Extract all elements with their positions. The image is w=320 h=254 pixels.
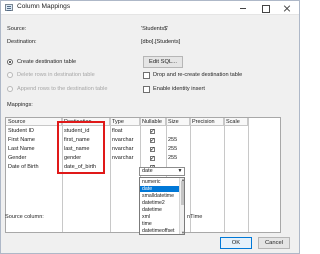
delete-rows-radio[interactable] — [7, 72, 13, 78]
type-option-xml[interactable]: xml — [140, 214, 181, 220]
chevron-down-icon[interactable]: ▼ — [177, 168, 183, 175]
header-source[interactable]: Source — [6, 118, 62, 126]
title-bar: Column Mappings — [1, 1, 299, 15]
delete-rows-label: Delete rows in destination table — [17, 72, 95, 78]
header-nullable[interactable]: Nullable — [140, 118, 166, 126]
maximize-icon[interactable] — [255, 1, 275, 15]
row-1-size[interactable] — [166, 127, 190, 135]
row-4-scale[interactable] — [224, 154, 248, 162]
create-destination-table-radio[interactable] — [7, 59, 13, 65]
source-column-value: nTime — [187, 214, 203, 220]
destination-label: Destination: — [7, 39, 37, 45]
mappings-label: Mappings: — [7, 102, 33, 108]
row-5-scale[interactable] — [224, 163, 248, 171]
row-2-nullable-checkbox[interactable] — [150, 137, 155, 144]
append-rows-label: Append rows to the destination table — [17, 86, 108, 92]
drop-recreate-checkbox[interactable] — [143, 72, 150, 79]
dialog-title: Column Mappings — [17, 3, 71, 10]
row-1-precision[interactable] — [190, 127, 224, 135]
type-option-numeric[interactable]: numeric — [140, 179, 181, 185]
row-3-precision[interactable] — [190, 145, 224, 153]
identity-insert-checkbox[interactable] — [143, 86, 150, 93]
type-dropdown-select[interactable]: date ▼ — [139, 167, 185, 176]
row-1-type[interactable]: float — [110, 127, 140, 135]
row-2-size[interactable]: 255 — [166, 136, 190, 144]
row-4-type[interactable]: nvarchar — [110, 154, 140, 162]
minimize-icon[interactable] — [233, 1, 253, 15]
row-2-source[interactable]: First Name — [6, 136, 62, 144]
drop-recreate-label: Drop and re-create destination table — [153, 72, 243, 78]
close-icon[interactable] — [277, 1, 297, 15]
row-4-nullable-checkbox[interactable] — [150, 155, 155, 162]
row-3-scale[interactable] — [224, 145, 248, 153]
column-divider-scale — [248, 118, 249, 232]
row-4-size[interactable]: 255 — [166, 154, 190, 162]
source-label: Source: — [7, 26, 27, 32]
identity-insert-label: Enable identity insert — [153, 86, 205, 92]
dialog-app-icon — [5, 4, 13, 11]
cancel-button[interactable]: Cancel — [258, 237, 290, 249]
row-1-source[interactable]: Student ID — [6, 127, 62, 135]
type-option-datetimeoffset[interactable]: datetimeoffset — [140, 228, 181, 234]
destination-highlight-box — [57, 121, 105, 174]
header-type[interactable]: Type — [110, 118, 140, 126]
source-value: 'Students$' — [141, 26, 169, 32]
type-option-smalldatetime[interactable]: smalldatetime — [140, 193, 181, 199]
type-option-time[interactable]: time — [140, 221, 181, 227]
ok-button[interactable]: OK — [220, 237, 252, 249]
header-size[interactable]: Size — [166, 118, 190, 126]
type-option-datetime2[interactable]: datetime2 — [140, 200, 181, 206]
destination-value: [dbo].[Students] — [141, 39, 181, 45]
row-1-nullable-checkbox[interactable] — [150, 128, 155, 135]
scroll-thumb[interactable] — [181, 181, 184, 205]
create-destination-table-label: Create destination table — [17, 59, 77, 65]
row-4-source[interactable]: Gender — [6, 154, 62, 162]
row-3-nullable-checkbox[interactable] — [150, 146, 155, 153]
dropdown-scrollbar[interactable]: ▲ ▼ — [179, 178, 184, 234]
row-3-source[interactable]: Last Name — [6, 145, 62, 153]
row-4-precision[interactable] — [190, 154, 224, 162]
row-2-scale[interactable] — [224, 136, 248, 144]
source-column-label: Source column: — [5, 214, 44, 220]
header-scale[interactable]: Scale — [224, 118, 248, 126]
column-mappings-dialog: Column Mappings Source: 'Students$' Dest… — [0, 0, 300, 254]
scroll-down-icon[interactable]: ▼ — [181, 231, 184, 235]
type-option-date[interactable]: date — [140, 186, 181, 192]
row-3-type[interactable]: nvarchar — [110, 145, 140, 153]
append-rows-radio[interactable] — [7, 86, 13, 92]
selected-type: date — [142, 168, 153, 174]
type-dropdown-list[interactable]: numeric date smalldatetime datetime2 dat… — [139, 177, 185, 235]
row-1-scale[interactable] — [224, 127, 248, 135]
row-2-type[interactable]: nvarchar — [110, 136, 140, 144]
type-option-datetime[interactable]: datetime — [140, 207, 181, 213]
row-2-precision[interactable] — [190, 136, 224, 144]
row-5-source[interactable]: Date of Birth — [6, 163, 62, 171]
header-precision[interactable]: Precision — [190, 118, 224, 126]
row-3-size[interactable]: 255 — [166, 145, 190, 153]
edit-sql-button[interactable]: Edit SQL... — [143, 56, 183, 68]
row-5-precision[interactable] — [190, 163, 224, 171]
